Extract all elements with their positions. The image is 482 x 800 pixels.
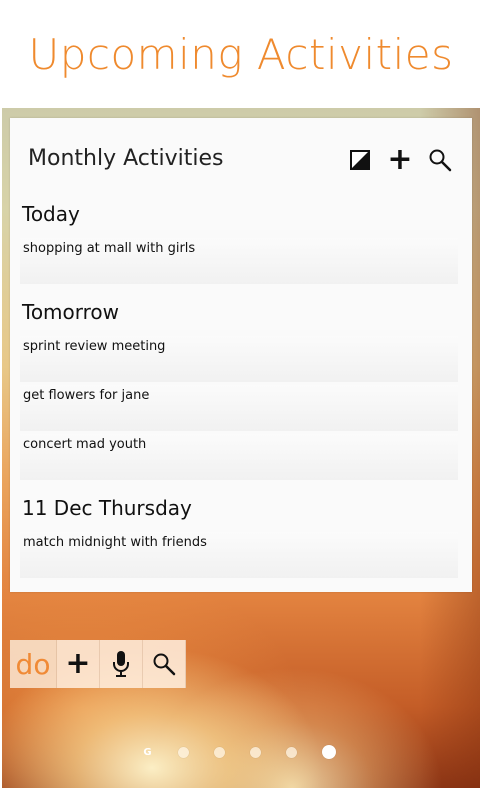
google-glyph: G — [143, 746, 152, 758]
section-header-date: 11 Dec Thursday — [22, 496, 192, 520]
page-dot-active[interactable] — [322, 745, 336, 759]
page-title: Upcoming Activities — [28, 30, 454, 79]
theme-toggle-button[interactable] — [344, 144, 376, 176]
section-header-today: Today — [22, 202, 80, 226]
contrast-icon — [350, 150, 370, 170]
activity-label: concert mad youth — [23, 437, 147, 452]
activity-label: get flowers for jane — [23, 388, 150, 403]
activity-item[interactable]: concert mad youth — [20, 434, 458, 480]
section-header-tomorrow: Tomorrow — [22, 300, 120, 324]
widget-title: Monthly Activities — [28, 146, 224, 171]
activity-item[interactable]: shopping at mall with girls — [20, 238, 458, 284]
activity-label: match midnight with friends — [23, 535, 207, 550]
add-activity-button[interactable]: + — [384, 144, 416, 176]
do-app-button[interactable]: do — [10, 640, 57, 688]
home-screen: Monthly Activities + Today shopping at m… — [2, 108, 480, 788]
search-icon — [429, 149, 452, 172]
quick-add-button[interactable]: + — [57, 640, 100, 688]
plus-icon: + — [387, 142, 413, 177]
quick-actions-toolbar: do + — [10, 640, 186, 688]
quick-search-button[interactable] — [143, 640, 186, 688]
google-page-dot[interactable]: G — [142, 747, 153, 758]
activity-item[interactable]: get flowers for jane — [20, 385, 458, 431]
page-dot[interactable] — [214, 746, 225, 758]
search-icon — [153, 653, 176, 676]
microphone-icon — [113, 651, 129, 677]
plus-icon: + — [65, 646, 91, 681]
activity-item[interactable]: match midnight with friends — [20, 532, 458, 578]
widget-header: Monthly Activities + — [10, 118, 472, 200]
page-dot[interactable] — [250, 746, 261, 758]
activity-item[interactable]: sprint review meeting — [20, 336, 458, 382]
page-indicator: G — [142, 744, 361, 760]
page-dot[interactable] — [286, 746, 297, 758]
activity-label: sprint review meeting — [23, 339, 166, 354]
monthly-activities-widget: Monthly Activities + Today shopping at m… — [10, 118, 472, 592]
voice-input-button[interactable] — [100, 640, 143, 688]
do-app-label: do — [15, 647, 51, 681]
search-button[interactable] — [424, 144, 456, 176]
page-dot[interactable] — [178, 746, 189, 758]
activity-label: shopping at mall with girls — [23, 241, 196, 256]
